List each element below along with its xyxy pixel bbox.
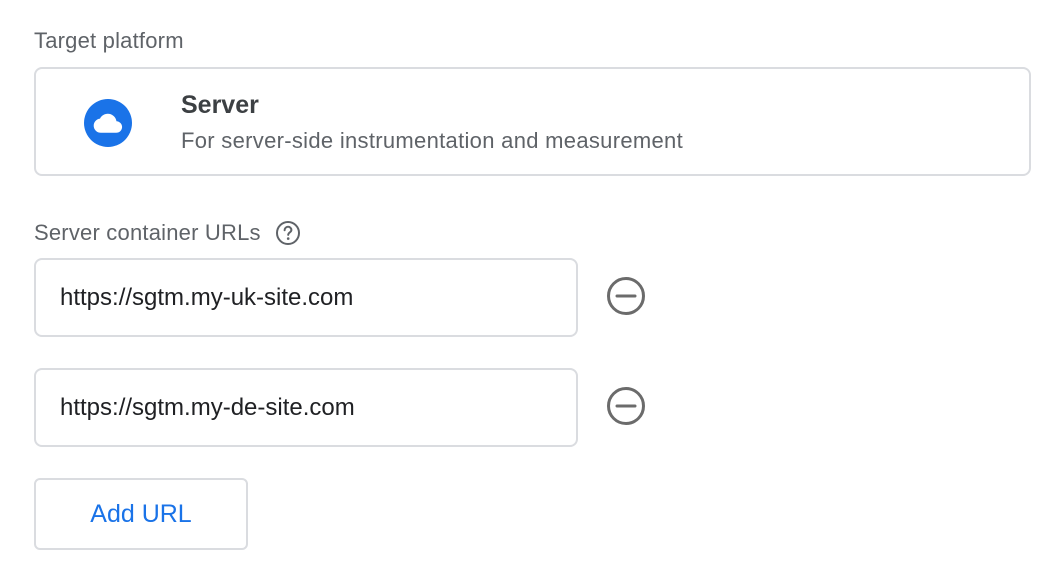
url-row: [34, 258, 648, 337]
server-url-input-2[interactable]: [34, 368, 578, 447]
server-urls-label-row: Server container URLs: [34, 220, 301, 246]
target-platform-label: Target platform: [34, 28, 184, 53]
add-url-button[interactable]: Add URL: [34, 478, 248, 550]
cloud-icon: [84, 99, 132, 147]
remove-url-button-1[interactable]: [604, 276, 648, 320]
platform-card-server[interactable]: Server For server-side instrumentation a…: [34, 67, 1031, 176]
url-row: [34, 368, 648, 447]
platform-text: Server For server-side instrumentation a…: [181, 91, 683, 154]
remove-circle-icon: [605, 275, 647, 320]
server-url-input-1[interactable]: [34, 258, 578, 337]
container-settings-form: Target platform Server For server-side i…: [0, 0, 1062, 574]
server-urls-label: Server container URLs: [34, 220, 261, 245]
remove-circle-icon: [605, 385, 647, 430]
platform-description: For server-side instrumentation and meas…: [181, 128, 683, 153]
help-circle-icon[interactable]: [275, 220, 301, 246]
platform-title: Server: [181, 91, 259, 119]
remove-url-button-2[interactable]: [604, 386, 648, 430]
